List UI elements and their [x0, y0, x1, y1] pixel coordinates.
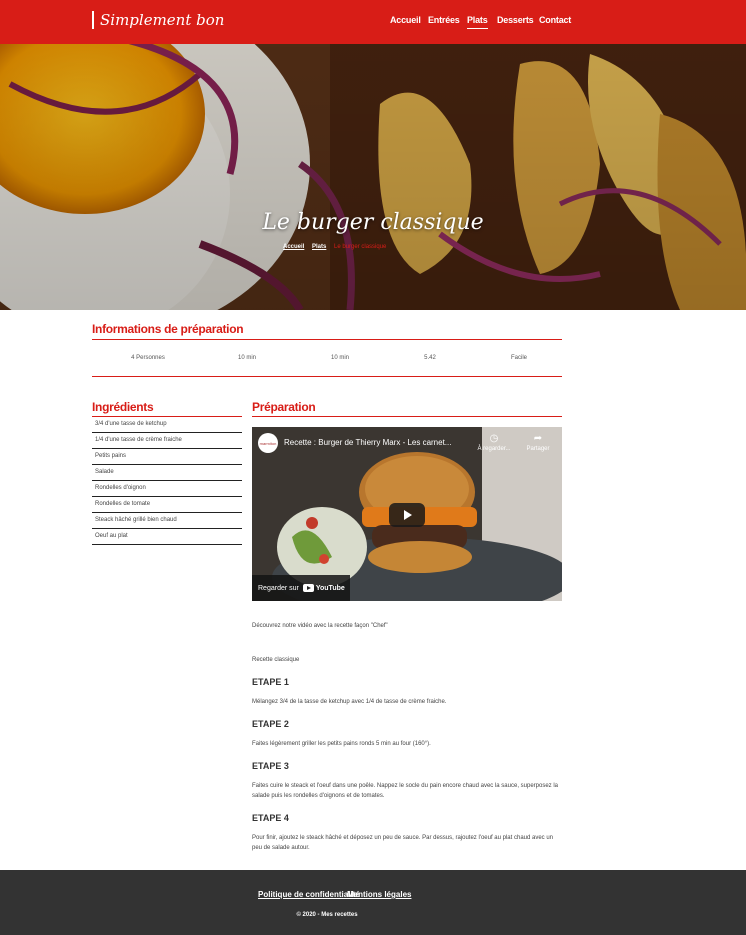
step-1-title: ETAPE 1 — [252, 677, 289, 687]
ingredient-item: Rondelles de tomate — [92, 497, 242, 513]
breadcrumb-accueil[interactable]: Accueil — [283, 244, 304, 250]
ingredient-item: Rondelles d'oignon — [92, 481, 242, 497]
difficulty-value: Facile — [510, 355, 527, 361]
step-3-title: ETAPE 3 — [252, 761, 289, 771]
youtube-label: YouTube — [315, 584, 345, 592]
nav-entrees[interactable]: Entrées — [428, 15, 460, 25]
ingredient-item: Steack hâché grillé bien chaud — [92, 513, 242, 529]
ingredient-item: Petits pains — [92, 449, 242, 465]
ingredient-item: Oeuf au plat — [92, 529, 242, 545]
breadcrumb-current: Le burger classique — [334, 244, 387, 250]
ingredient-item: 1/4 d'une tasse de crème fraiche — [92, 433, 242, 449]
youtube-logo: YouTube — [302, 584, 345, 592]
main-nav: Accueil Entrées Plats Desserts Contact — [0, 15, 746, 31]
watch-later-button[interactable]: ◷ À regarder... — [472, 433, 516, 452]
breadcrumb-plats[interactable]: Plats — [312, 244, 326, 250]
preparation-title: Préparation — [252, 400, 316, 414]
nav-contact[interactable]: Contact — [539, 15, 571, 25]
youtube-play-icon — [302, 584, 314, 592]
recipe-subtitle: Recette classique — [252, 657, 300, 663]
cost-value: 5.42 — [424, 355, 436, 361]
share-icon: ➦ — [533, 433, 543, 444]
privacy-policy-link[interactable]: Politique de confidentialité — [258, 890, 360, 899]
step-2-text: Faites légèrement griller les petits pai… — [252, 741, 431, 747]
prep-info-title: Informations de préparation — [92, 322, 244, 336]
legal-notice-link[interactable]: Mentions légales — [347, 890, 411, 899]
hero-food-image — [0, 44, 746, 310]
ingredient-item: Salade — [92, 465, 242, 481]
step-4-title: ETAPE 4 — [252, 813, 289, 823]
nav-accueil[interactable]: Accueil — [390, 15, 421, 25]
watch-later-label: À regarder... — [477, 446, 511, 452]
prep-time-value: 10 min — [237, 355, 256, 361]
breadcrumb: Accueil Plats Le burger classique — [283, 244, 386, 250]
cook-time-value: 10 min — [330, 355, 349, 361]
hero-banner: Le burger classique Accueil Plats Le bur… — [0, 44, 746, 310]
video-title[interactable]: Recette : Burger de Thierry Marx - Les c… — [284, 438, 474, 447]
prep-info-row: 4 Personnes 10 min 10 min 5.42 Facile — [92, 340, 562, 376]
preparation-divider — [252, 416, 562, 417]
top-navbar: Simplement bon Accueil Entrées Plats Des… — [0, 0, 746, 44]
copyright-text: © 2020 - Mes recettes — [296, 912, 358, 918]
watch-on-label: Regarder sur — [258, 584, 299, 592]
ingredient-item: 3/4 d'une tasse de ketchup — [92, 417, 242, 433]
play-button[interactable] — [389, 503, 425, 527]
clock-icon: ◷ — [489, 433, 499, 444]
step-1-text: Mélangez 3/4 de la tasse de ketchup avec… — [252, 699, 447, 705]
nav-plats[interactable]: Plats — [467, 15, 488, 29]
share-button[interactable]: ➦ Partager — [516, 433, 560, 452]
video-intro-text: Découvrez notre vidéo avec la recette fa… — [252, 623, 388, 629]
video-embed[interactable]: marmiton Recette : Burger de Thierry Mar… — [252, 427, 562, 601]
ingredients-list: 3/4 d'une tasse de ketchup 1/4 d'une tas… — [92, 417, 242, 545]
ingredients-title: Ingrédients — [92, 400, 154, 414]
step-4-text: Pour finir, ajoutez le steack hâché et d… — [252, 835, 554, 851]
site-footer: Politique de confidentialité Mentions lé… — [0, 870, 746, 935]
step-3-text: Faites cuire le steack et l'oeuf dans un… — [252, 783, 559, 799]
channel-avatar[interactable]: marmiton — [258, 433, 278, 453]
page-title: Le burger classique — [262, 210, 484, 235]
share-label: Partager — [526, 446, 550, 452]
servings-value: 4 Personnes — [131, 355, 165, 361]
prep-info-divider-bottom — [92, 376, 562, 377]
step-2-title: ETAPE 2 — [252, 719, 289, 729]
watch-on-youtube-button[interactable]: Regarder sur YouTube — [252, 575, 350, 601]
nav-desserts[interactable]: Desserts — [497, 15, 534, 25]
